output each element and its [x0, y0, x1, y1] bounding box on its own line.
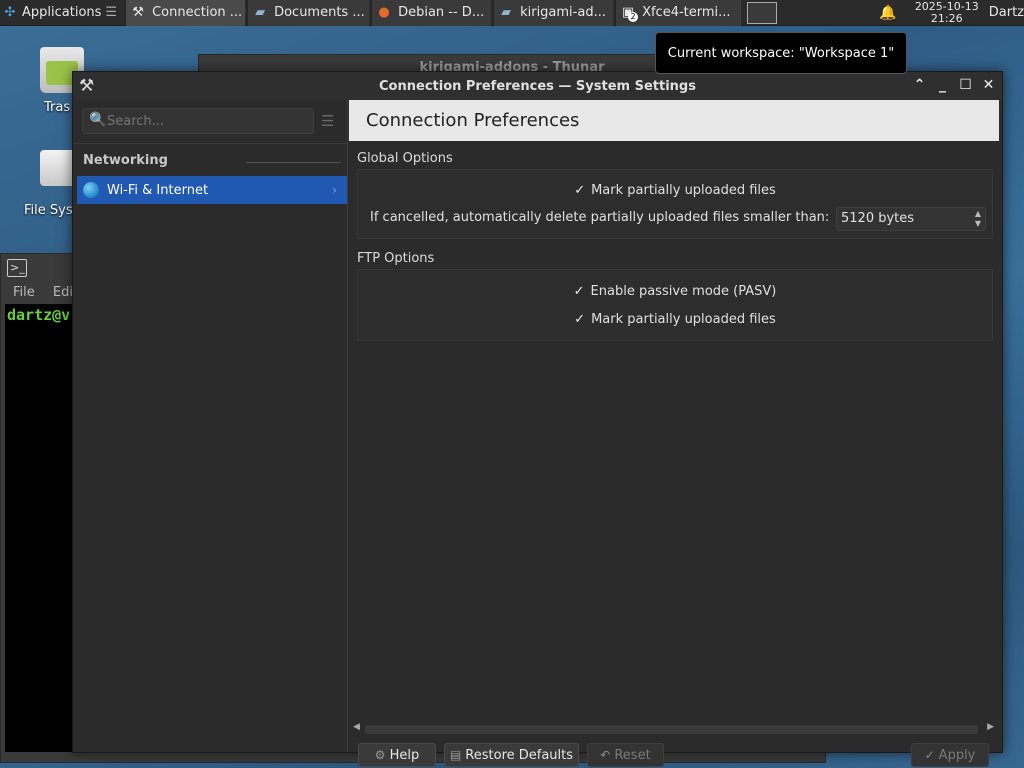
separator-icon: ☰ — [105, 5, 118, 20]
checkbox-label: Enable passive mode (PASV) — [590, 284, 777, 299]
ftp-options-title: FTP Options — [357, 251, 435, 266]
horizontal-scrollbar[interactable]: ◀ ▶ — [349, 721, 1000, 737]
scrollbar-track[interactable] — [365, 725, 978, 734]
task-kirigami[interactable]: ▰ kirigami-ad... — [493, 0, 614, 26]
sidebar: 🔍 ☰ Networking Wi-Fi & Internet › — [73, 100, 348, 752]
scroll-left-icon[interactable]: ◀ — [353, 722, 360, 732]
task-label: kirigami-ad... — [520, 5, 606, 20]
terminal-icon: >_ — [7, 259, 27, 277]
delete-size-label: If cancelled, automatically delete parti… — [370, 210, 830, 225]
page-title: Connection Preferences — [349, 100, 999, 141]
hamburger-menu-icon[interactable]: ☰ — [321, 112, 334, 130]
apply-button[interactable]: ✓ Apply — [911, 743, 989, 767]
trash-label[interactable]: Tras — [44, 100, 70, 115]
global-options-group: ✓ Mark partially uploaded files If cancel… — [357, 169, 993, 239]
taskbar: ✣ Applications ☰ ⚒ Connection ... ▰ Docu… — [0, 0, 1024, 26]
button-label: Apply — [938, 747, 976, 763]
folder-icon: ▰ — [255, 4, 266, 20]
applications-label: Applications — [22, 5, 102, 20]
task-label: Debian -- D... — [398, 5, 485, 20]
clock-date: 2025-10-13 — [914, 0, 979, 13]
task-label: Connection ... — [152, 5, 243, 20]
minimize-icon[interactable]: _ — [935, 76, 950, 94]
checkmark-icon: ✓ — [574, 312, 586, 327]
terminal-menu-file[interactable]: File — [13, 285, 35, 300]
titlebar[interactable]: ⚒ Connection Preferences — System Settin… — [73, 72, 1002, 100]
applications-menu[interactable]: ✣ Applications ☰ — [0, 0, 123, 26]
delete-size-spinbox[interactable]: 5120 bytes ▲ ▼ — [836, 207, 986, 231]
terminal-menu: File Edi — [13, 285, 73, 300]
checkbox-label: Mark partially uploaded files — [591, 183, 776, 198]
undo-icon: ↶ — [600, 748, 611, 762]
button-label: Help — [389, 747, 420, 763]
document-revert-icon: ▤ — [449, 748, 462, 762]
chevron-right-icon: › — [332, 183, 337, 197]
category-divider — [246, 162, 341, 163]
globe-icon — [83, 182, 99, 198]
search-box[interactable]: 🔍 — [82, 108, 314, 134]
window-title: Connection Preferences — System Settings — [379, 78, 696, 94]
help-button[interactable]: ⚙ Help — [358, 743, 436, 767]
content-panel: Connection Preferences Global Options ✓ M… — [349, 100, 1002, 767]
check-icon: ✓ — [924, 748, 935, 762]
category-label: Networking — [83, 153, 168, 168]
button-label: Reset — [614, 747, 651, 763]
terminal-prompt: dartz@v — [7, 306, 71, 324]
clock[interactable]: 2025-10-13 21:26 — [914, 0, 979, 25]
close-icon[interactable]: ✕ — [981, 76, 996, 94]
tools-icon: ⚒ — [132, 4, 144, 20]
keep-above-icon[interactable]: ⌃ — [912, 76, 927, 94]
task-documents[interactable]: ▰ Documents ... — [247, 0, 370, 26]
restore-defaults-button[interactable]: ▤ Restore Defaults — [444, 743, 579, 767]
task-label: Xfce4-termi... — [642, 5, 731, 20]
global-options-title: Global Options — [357, 151, 453, 166]
sidebar-item-label: Wi-Fi & Internet — [107, 182, 209, 198]
ftp-options-group: ✓ Enable passive mode (PASV) ✓ Mark partia… — [357, 269, 993, 341]
checkmark-icon: ✓ — [574, 183, 586, 198]
task-debian[interactable]: ● Debian -- D... — [371, 0, 492, 26]
ftp-mark-partial-checkbox[interactable]: ✓ Mark partially uploaded files — [358, 312, 992, 327]
search-icon: 🔍 — [89, 112, 107, 128]
spinbox-value: 5120 bytes — [841, 211, 915, 226]
checkbox-label: Mark partially uploaded files — [591, 312, 776, 327]
task-connection[interactable]: ⚒ Connection ... — [125, 0, 246, 26]
clock-time: 21:26 — [930, 11, 963, 25]
task-count-badge: 2 — [628, 11, 639, 22]
filesystem-label[interactable]: File Sys — [24, 203, 73, 218]
mark-partial-checkbox[interactable]: ✓ Mark partially uploaded files — [358, 183, 992, 198]
sidebar-item-wifi-internet[interactable]: Wi-Fi & Internet › — [77, 176, 347, 204]
help-icon: ⚙ — [374, 748, 386, 762]
user-menu[interactable]: Dartz — [989, 5, 1024, 20]
system-settings-window: ⚒ Connection Preferences — System Settin… — [72, 71, 1003, 767]
task-label: Documents ... — [274, 5, 365, 20]
reset-button[interactable]: ↶ Reset — [587, 743, 664, 767]
workspace-tooltip: Current workspace: "Workspace 1" — [655, 32, 907, 74]
search-input[interactable] — [107, 111, 307, 131]
checkmark-icon: ✓ — [573, 284, 585, 299]
window-controls: ⌃ _ ☐ ✕ — [912, 76, 996, 94]
folder-icon: ▰ — [501, 4, 512, 20]
button-label: Restore Defaults — [465, 747, 574, 763]
maximize-icon[interactable]: ☐ — [958, 76, 973, 94]
xfce-logo-icon: ✣ — [4, 4, 16, 20]
spin-arrows-icon[interactable]: ▲ ▼ — [973, 209, 983, 229]
terminal-menu-edit[interactable]: Edi — [53, 285, 73, 300]
firefox-icon: ● — [378, 4, 390, 20]
passive-mode-checkbox[interactable]: ✓ Enable passive mode (PASV) — [358, 284, 992, 299]
scroll-right-icon[interactable]: ▶ — [987, 722, 994, 732]
task-terminal[interactable]: ▣ 2 Xfce4-termi... — [615, 0, 742, 26]
sidebar-separator — [73, 143, 347, 144]
notification-bell-icon[interactable]: 🔔 — [879, 5, 896, 21]
workspace-switcher[interactable] — [747, 1, 778, 24]
